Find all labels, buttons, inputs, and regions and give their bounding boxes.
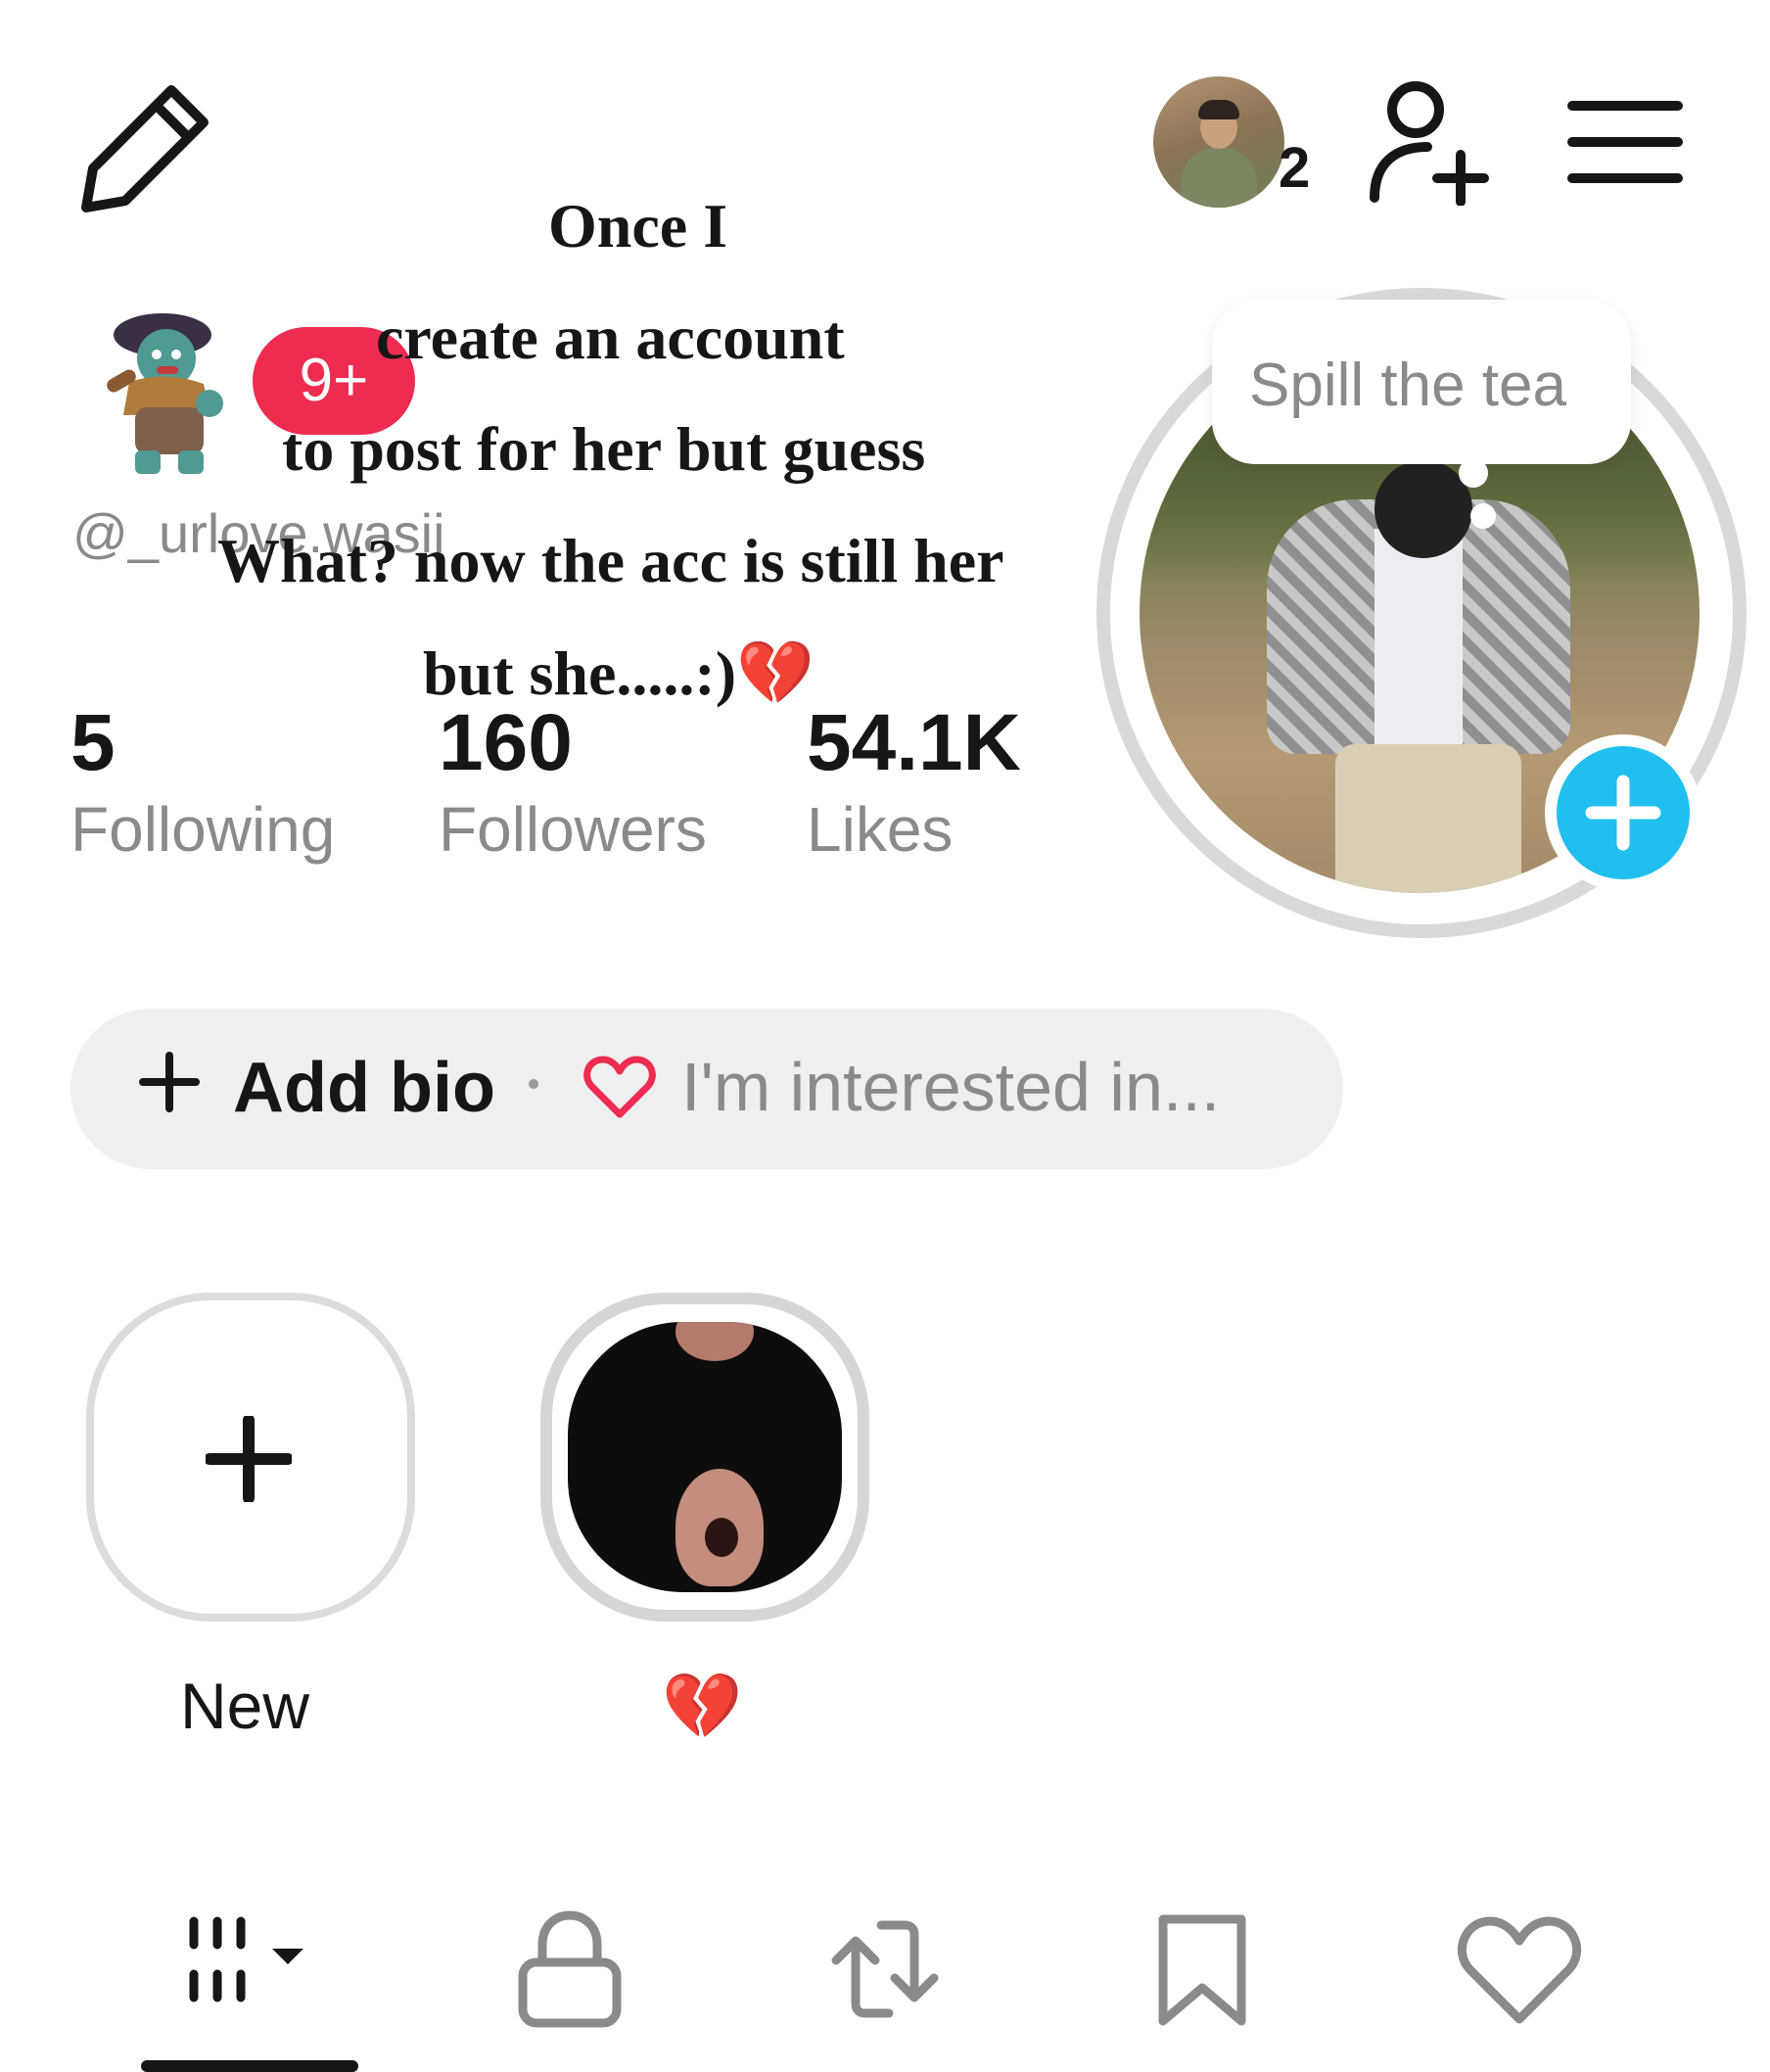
heart-icon (583, 1054, 656, 1120)
lock-icon (518, 1910, 622, 2028)
heart-icon (1457, 1916, 1582, 2024)
edit-pencil-button[interactable] (78, 78, 215, 215)
plus-icon (206, 1416, 292, 1502)
bubble-tail-dot (1470, 503, 1496, 529)
caption-line-1: Once I (548, 191, 728, 260)
caption-line-4: What? now the acc is still her (217, 526, 1004, 595)
highlight-cover-photo[interactable] (568, 1322, 842, 1592)
plus-icon (139, 1052, 200, 1112)
separator-dot (529, 1079, 538, 1089)
add-bio-button[interactable]: Add bio (233, 1048, 495, 1128)
followers-label[interactable]: Followers (439, 793, 707, 866)
new-highlight-label: New (180, 1670, 310, 1742)
friends-count: 2 (1279, 136, 1311, 200)
active-tab-indicator (141, 2060, 358, 2072)
tab-reposts[interactable] (816, 1906, 954, 2033)
menu-button[interactable] (1566, 98, 1684, 186)
add-user-icon (1370, 81, 1489, 206)
profile-avatar[interactable] (84, 306, 241, 478)
grid-icon (189, 1916, 303, 2002)
hamburger-menu-icon (1567, 101, 1683, 183)
bookmark-icon (1158, 1914, 1246, 2026)
tab-favorites[interactable] (1134, 1906, 1271, 2033)
following-count[interactable]: 5 (70, 697, 116, 789)
friends-avatar-button[interactable] (1153, 76, 1284, 208)
caption-line-2: create an account (376, 303, 845, 372)
following-label[interactable]: Following (70, 793, 335, 866)
plus-icon (1585, 775, 1661, 851)
bubble-tail-dot (1459, 458, 1488, 488)
interests-button[interactable]: I'm interested in... (681, 1048, 1220, 1126)
add-story-button[interactable] (1545, 734, 1701, 891)
troll-character-avatar (107, 313, 223, 474)
followers-count[interactable]: 160 (439, 697, 573, 789)
repost-icon (831, 1920, 939, 2018)
likes-label[interactable]: Likes (807, 793, 953, 866)
highlight-label: 💔 (662, 1670, 743, 1742)
note-text: Spill the tea (1249, 352, 1566, 419)
likes-count[interactable]: 54.1K (807, 697, 1021, 789)
tab-private[interactable] (501, 1906, 638, 2033)
pencil-icon (81, 85, 209, 212)
caption-line-3: to post for her but guess (282, 414, 926, 484)
tab-liked[interactable] (1451, 1906, 1588, 2033)
add-friend-button[interactable] (1359, 78, 1506, 206)
tab-videos[interactable] (182, 1906, 319, 2033)
